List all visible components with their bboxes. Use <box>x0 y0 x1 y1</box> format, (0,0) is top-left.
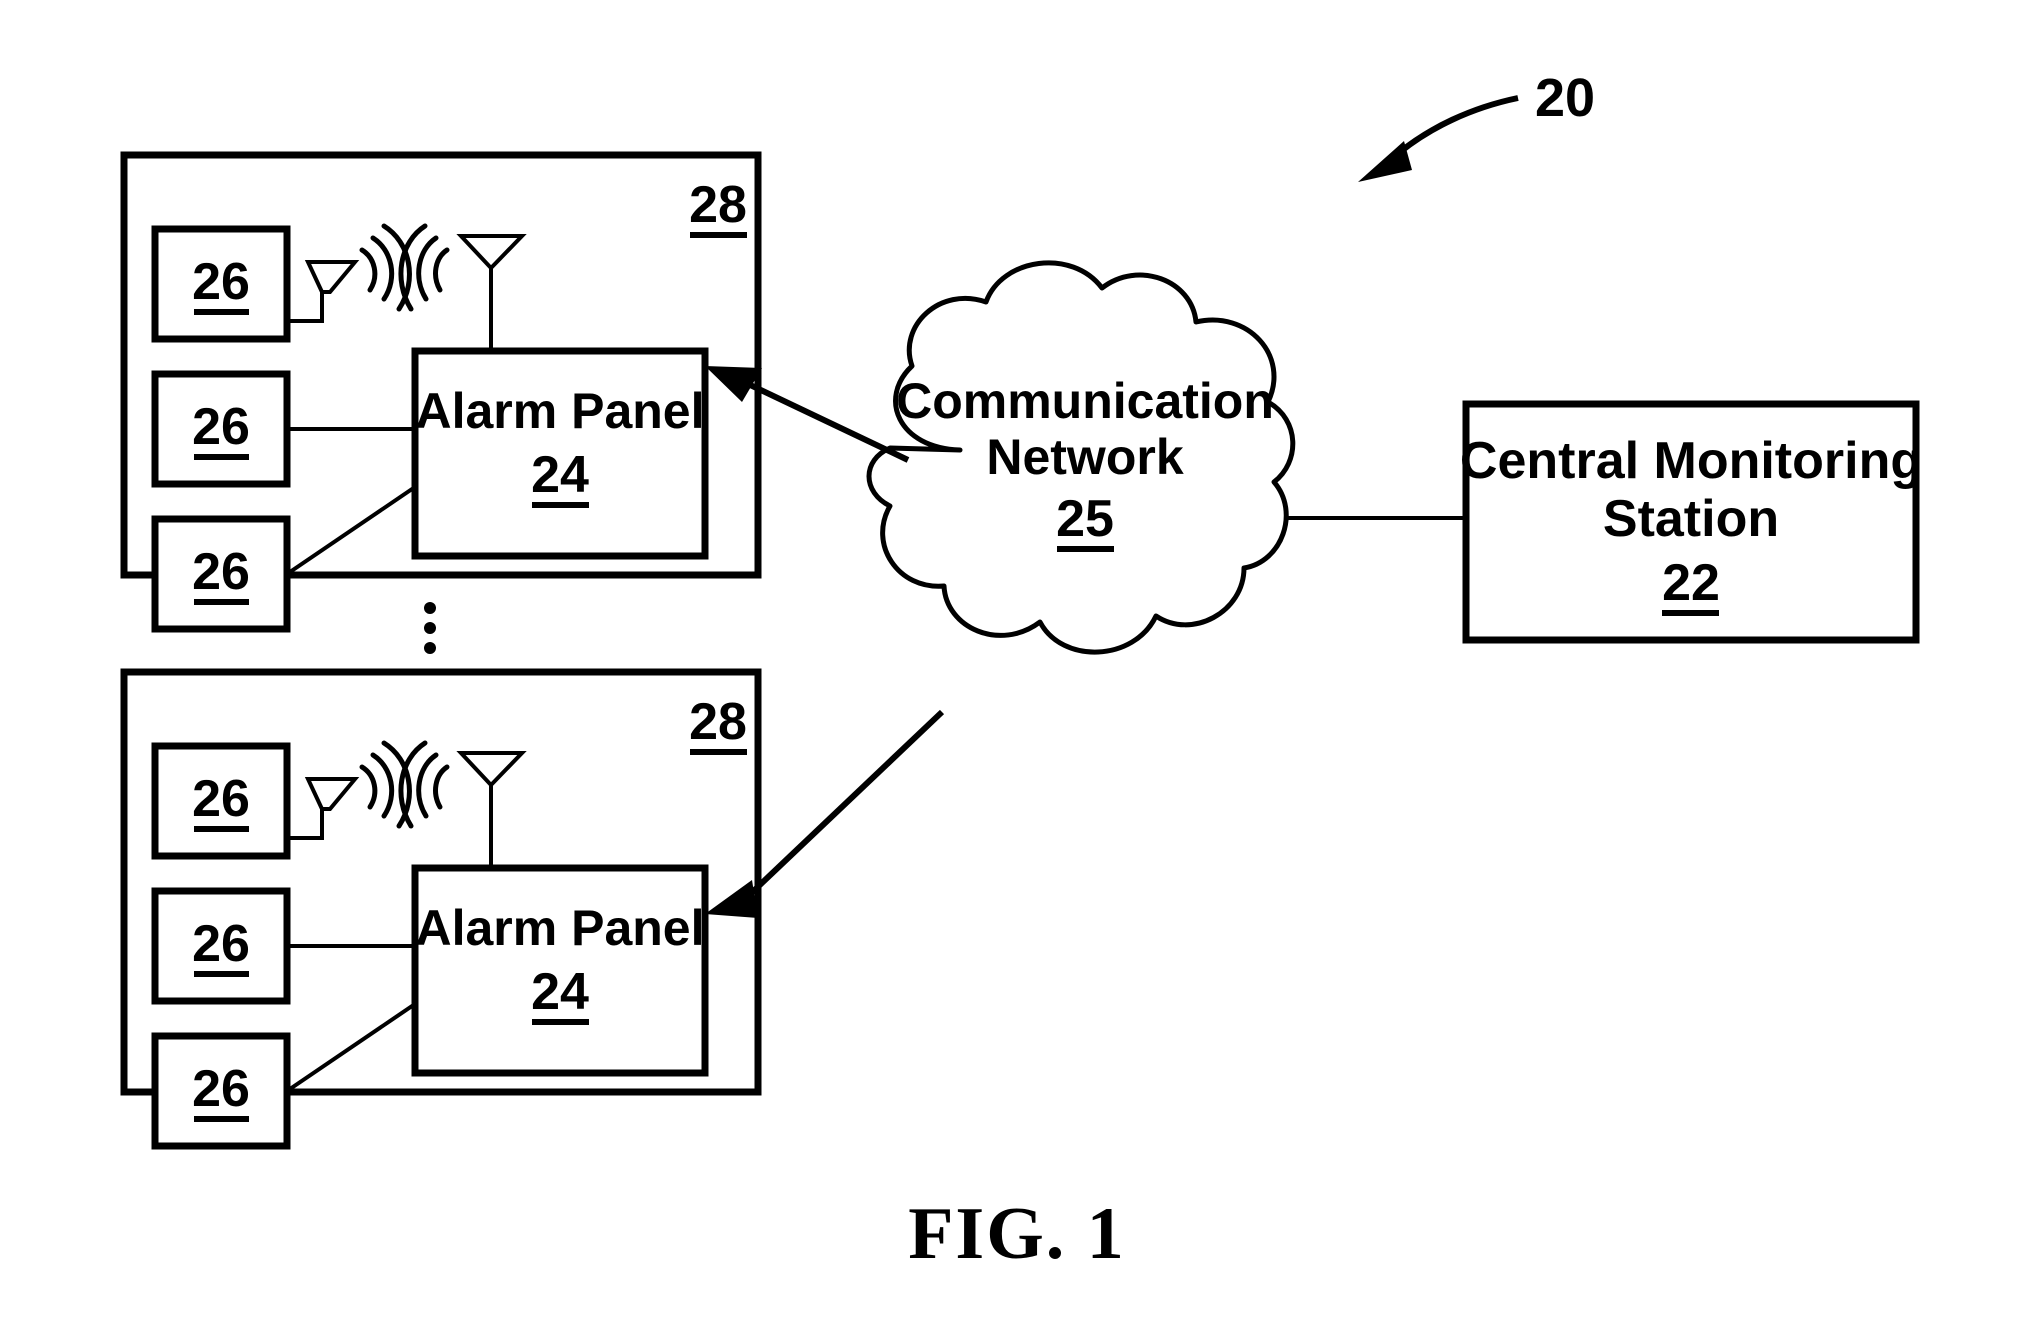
central-station-ref: 22 <box>1662 554 1720 612</box>
sensor-ref-label: 26 <box>192 1060 250 1118</box>
alarm-panel-ref: 24 <box>531 446 589 504</box>
figure-caption: FIG. 1 <box>908 1193 1126 1275</box>
sensor-ref-underline <box>194 971 249 977</box>
premises-1-ref-label: 28 <box>689 176 747 234</box>
premises-2-alarm-panel[interactable]: Alarm Panel 24 <box>411 864 709 1077</box>
sensor-ref-underline <box>194 1116 249 1122</box>
sensor-ref-label: 26 <box>192 253 250 311</box>
sensor-ref-label: 26 <box>192 543 250 601</box>
cloud-to-panel-1-line <box>742 379 910 463</box>
premises-1-alarm-panel[interactable]: Alarm Panel 24 <box>411 347 709 560</box>
premises-1-sensor-1[interactable]: 26 <box>151 225 291 343</box>
network-label-line2: Network <box>986 429 1183 485</box>
system-reference-callout: 20 <box>1358 68 1595 182</box>
communication-network-cloud[interactable]: Communication Network 25 <box>866 260 1296 655</box>
sensor-ref-underline <box>194 826 249 832</box>
premises-2-sensor-3[interactable]: 26 <box>151 1032 291 1150</box>
central-station-ref-underline <box>1662 610 1719 616</box>
alarm-panel-ref: 24 <box>531 963 589 1021</box>
sensor-ref-underline <box>194 309 249 315</box>
central-station-line2: Station <box>1603 490 1779 548</box>
patent-figure-page: 20 28 26 26 26 Alarm Panel 24 28 26 26 2… <box>0 0 2034 1338</box>
alarm-panel-ref-underline <box>532 1019 589 1025</box>
system-callout-arrowhead <box>1358 141 1412 182</box>
sensor-ref-label: 26 <box>192 915 250 973</box>
premises-enclosure-2[interactable]: 28 26 26 26 Alarm Panel 24 <box>120 668 762 1150</box>
premises-2-ref-label: 28 <box>689 693 747 751</box>
sensor-ref-underline <box>194 454 249 460</box>
system-callout-leader <box>1398 95 1519 155</box>
premises-2-sensor-2[interactable]: 26 <box>151 887 291 1005</box>
central-monitoring-station[interactable]: Central Monitoring Station 22 <box>1460 400 1922 644</box>
network-ref-label: 25 <box>1056 490 1114 548</box>
central-station-line1: Central Monitoring <box>1460 432 1922 490</box>
premises-1-sensor-3[interactable]: 26 <box>151 515 291 633</box>
system-diagram: 20 28 26 26 26 Alarm Panel 24 28 26 26 2… <box>120 68 1922 1150</box>
premises-1-reference: 28 <box>689 176 747 238</box>
alarm-panel-title: Alarm Panel <box>415 383 704 439</box>
alarm-panel-ref-underline <box>532 502 589 508</box>
system-reference-label: 20 <box>1535 68 1595 128</box>
network-ref-underline <box>1057 546 1114 552</box>
vertical-ellipsis-icon <box>424 602 436 654</box>
network-label-line1: Communication <box>896 373 1274 429</box>
sensor-ref-label: 26 <box>192 398 250 456</box>
premises-1-sensor-2[interactable]: 26 <box>151 370 291 488</box>
premises-2-sensor-1[interactable]: 26 <box>151 742 291 860</box>
cloud-to-panel-2-line <box>741 709 945 903</box>
sensor-ref-label: 26 <box>192 770 250 828</box>
premises-2-ref-underline <box>690 749 747 755</box>
premises-1-ref-underline <box>690 232 747 238</box>
sensor-ref-underline <box>194 599 249 605</box>
premises-2-reference: 28 <box>689 693 747 755</box>
alarm-panel-title: Alarm Panel <box>415 900 704 956</box>
premises-enclosure-1[interactable]: 28 26 26 26 Alarm Panel 24 <box>120 151 762 633</box>
